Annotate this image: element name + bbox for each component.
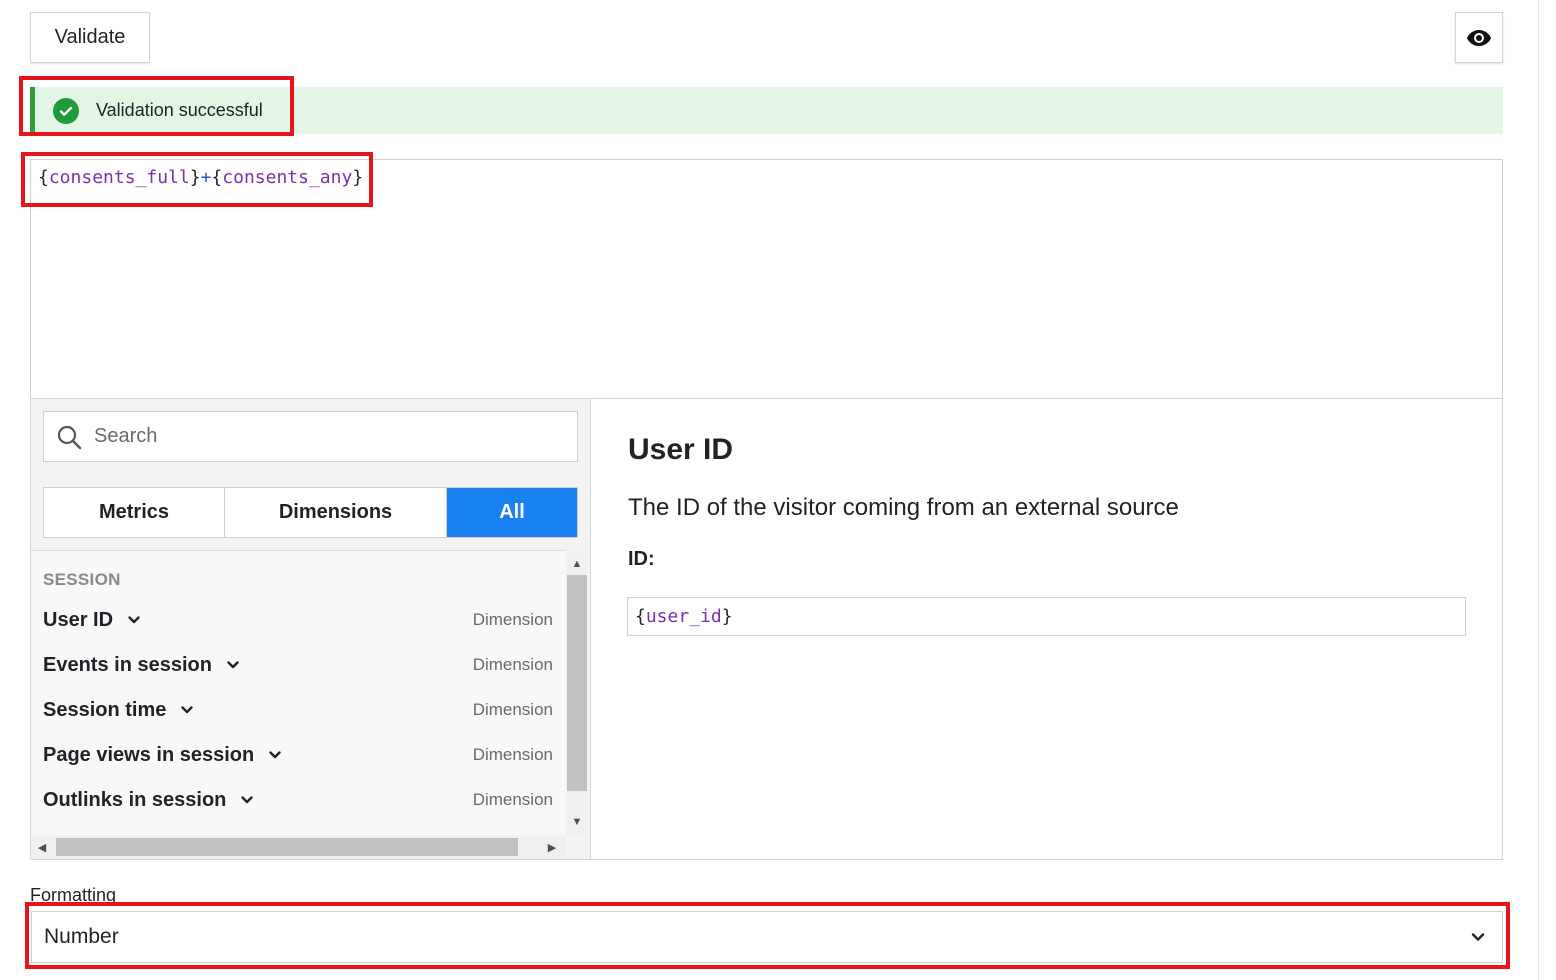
page-edge-divider bbox=[1538, 0, 1539, 980]
list-item-name: User ID bbox=[43, 608, 114, 631]
list-item-name: Events in session bbox=[43, 653, 212, 676]
validation-alert: Validation successful bbox=[30, 87, 1503, 134]
tab-dimensions[interactable]: Dimensions bbox=[225, 488, 447, 537]
detail-id-label: ID: bbox=[628, 548, 655, 570]
search-input[interactable] bbox=[92, 424, 516, 449]
list-item[interactable]: User ID Dimension bbox=[43, 602, 553, 638]
formula-token: consents_any bbox=[222, 167, 353, 188]
list-item[interactable]: Page views in session Dimension bbox=[43, 737, 553, 773]
chevron-down-icon[interactable] bbox=[268, 748, 282, 762]
scroll-right-arrow-icon[interactable]: ▶ bbox=[543, 838, 561, 856]
validate-button[interactable]: Validate bbox=[30, 12, 150, 63]
list-item-type: Dimension bbox=[472, 790, 553, 809]
scroll-left-arrow-icon[interactable]: ◀ bbox=[33, 838, 51, 856]
list-item-type: Dimension bbox=[472, 655, 553, 674]
scroll-up-arrow-icon[interactable]: ▲ bbox=[566, 555, 588, 573]
formatting-selected-value: Number bbox=[44, 925, 119, 948]
search-box[interactable] bbox=[43, 411, 578, 462]
formula-token: + bbox=[200, 167, 212, 188]
chevron-down-icon[interactable] bbox=[180, 703, 194, 717]
tab-metrics[interactable]: Metrics bbox=[44, 488, 225, 537]
detail-id-value[interactable]: {user_id} bbox=[627, 597, 1466, 636]
type-tabs: Metrics Dimensions All bbox=[43, 487, 578, 538]
chevron-down-icon bbox=[1471, 933, 1485, 941]
check-circle-icon bbox=[53, 97, 79, 124]
list-item[interactable]: Outlinks in session Dimension bbox=[43, 782, 553, 818]
list-item-name: Outlinks in session bbox=[43, 788, 227, 811]
formatting-select[interactable]: Number bbox=[31, 911, 1503, 963]
list-item-type: Dimension bbox=[472, 610, 553, 629]
list-item-name: Session time bbox=[43, 698, 167, 721]
id-close-brace: } bbox=[721, 606, 733, 627]
id-open-brace: { bbox=[635, 606, 646, 627]
vertical-scroll-thumb[interactable] bbox=[567, 575, 587, 791]
validation-message: Validation successful bbox=[96, 100, 263, 120]
list-item-type: Dimension bbox=[472, 745, 553, 764]
chevron-down-icon[interactable] bbox=[240, 793, 254, 807]
detail-title: User ID bbox=[628, 433, 734, 466]
formula-token: { bbox=[38, 167, 49, 188]
list-item-name: Page views in session bbox=[43, 743, 255, 766]
detail-description: The ID of the visitor coming from an ext… bbox=[628, 494, 1179, 521]
formula-token: } bbox=[352, 167, 364, 188]
tab-all[interactable]: All bbox=[447, 488, 577, 537]
chevron-down-icon[interactable] bbox=[127, 613, 141, 627]
formula-token: } bbox=[189, 167, 201, 188]
list-item-type: Dimension bbox=[472, 700, 553, 719]
formatting-label: Formatting bbox=[30, 885, 117, 905]
chevron-down-icon[interactable] bbox=[226, 658, 240, 672]
preview-button[interactable] bbox=[1455, 12, 1503, 63]
formula-editor[interactable]: {consents_full}+{consents_any} bbox=[30, 159, 1503, 399]
category-heading: SESSION bbox=[43, 570, 121, 589]
formula-token: consents_full bbox=[48, 167, 190, 188]
list-item[interactable]: Events in session Dimension bbox=[43, 647, 553, 683]
id-variable: user_id bbox=[645, 606, 722, 627]
search-icon bbox=[57, 425, 82, 449]
formula-code[interactable]: {consents_full}+{consents_any} bbox=[38, 167, 363, 188]
scroll-down-arrow-icon[interactable]: ▼ bbox=[566, 813, 588, 831]
horizontal-scroll-thumb[interactable] bbox=[56, 838, 518, 856]
list-item[interactable]: Session time Dimension bbox=[43, 692, 553, 728]
eye-icon bbox=[1467, 29, 1491, 46]
formula-token: { bbox=[211, 167, 223, 188]
